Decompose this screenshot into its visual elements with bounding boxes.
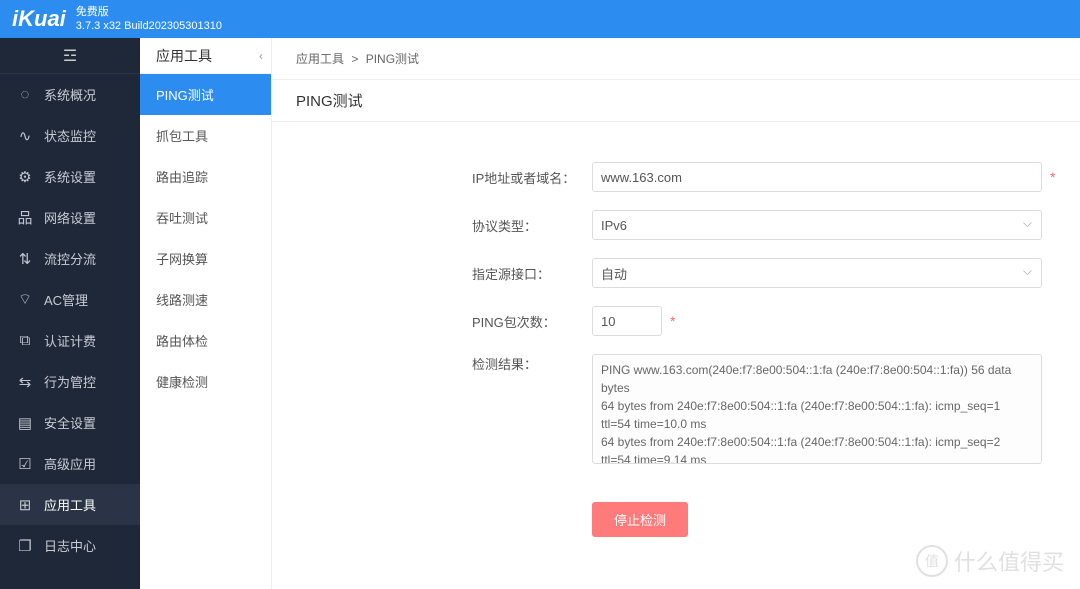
submenu-title-row: 应用工具 ‹ <box>140 38 271 74</box>
breadcrumb-current: PING测试 <box>366 52 419 66</box>
submenu-title: 应用工具 <box>156 46 212 66</box>
nav-network-settings[interactable]: 品网络设置 <box>0 197 140 238</box>
nav-status-monitor-icon: ∿ <box>16 127 34 145</box>
nav-behavior[interactable]: ⇆ 行为管控 <box>0 361 140 402</box>
result-label: 检测结果： <box>472 354 592 373</box>
submenu-item-0[interactable]: PING测试 <box>140 74 271 115</box>
nav-behavior-label: 行为管控 <box>44 372 96 391</box>
form-area: IP地址或者域名： * 协议类型： 指定源接口： PING包次数： * <box>272 122 1080 557</box>
nav-flow-control-label: 流控分流 <box>44 249 96 268</box>
result-output[interactable]: PING www.163.com(240e:f7:8e00:504::1:fa … <box>592 354 1042 464</box>
nav-auth-billing-label: 认证计费 <box>44 331 96 350</box>
nav-logs[interactable]: ❐ 日志中心 <box>0 525 140 566</box>
submenu-item-6[interactable]: 路由体检 <box>140 320 271 361</box>
nav-logs-icon: ❐ <box>16 537 34 555</box>
hamburger-icon: ☲ <box>63 46 77 66</box>
watermark-circle: 值 <box>916 545 948 577</box>
nav-system-settings[interactable]: ⚙ 系统设置 <box>0 156 140 197</box>
submenu-item-5[interactable]: 线路测速 <box>140 279 271 320</box>
page-title: PING测试 <box>272 80 1080 122</box>
version-block: 免费版 3.7.3 x32 Build202305301310 <box>76 5 222 34</box>
required-marker: * <box>670 313 675 329</box>
nav-security-icon: ▤ <box>16 414 34 432</box>
required-marker: * <box>1050 169 1055 185</box>
ping-count-input[interactable] <box>592 306 662 336</box>
breadcrumb-parent[interactable]: 应用工具 <box>296 52 344 66</box>
protocol-select[interactable] <box>592 210 1042 240</box>
nav-logs-label: 日志中心 <box>44 536 96 555</box>
nav-advanced-icon: ☑ <box>16 455 34 473</box>
nav-ac-management[interactable]: ⌔ AC管理 <box>0 279 140 320</box>
nav-network-settings-icon: 品 <box>16 209 34 227</box>
submenu-item-2[interactable]: 路由追踪 <box>140 156 271 197</box>
nav-app-tools-label: 应用工具 <box>44 495 96 514</box>
nav-auth-billing[interactable]: ⧉ 认证计费 <box>0 320 140 361</box>
nav-app-tools-icon: ⊞ <box>16 496 34 514</box>
app-logo: iKuai <box>12 6 66 32</box>
nav-security-label: 安全设置 <box>44 413 96 432</box>
nav-flow-control-icon: ⇅ <box>16 250 34 268</box>
watermark-text: 什么值得买 <box>954 545 1064 577</box>
submenu-item-1[interactable]: 抓包工具 <box>140 115 271 156</box>
logo-rest: uai <box>34 6 66 31</box>
chevron-left-icon[interactable]: ‹ <box>259 49 263 63</box>
submenu-item-4[interactable]: 子网换算 <box>140 238 271 279</box>
watermark: 值 什么值得买 <box>916 545 1064 577</box>
nav-system-settings-label: 系统设置 <box>44 167 96 186</box>
nav-advanced-label: 高级应用 <box>44 454 96 473</box>
stop-button[interactable]: 停止检测 <box>592 502 688 537</box>
ping-count-label: PING包次数： <box>472 312 592 331</box>
nav-app-tools[interactable]: ⊞ 应用工具 <box>0 484 140 525</box>
sidebar-toggle[interactable]: ☲ <box>0 38 140 74</box>
content-area: 应用工具 > PING测试 PING测试 IP地址或者域名： * 协议类型： 指… <box>272 38 1080 589</box>
nav-system-settings-icon: ⚙ <box>16 168 34 186</box>
protocol-label: 协议类型： <box>472 216 592 235</box>
breadcrumb: 应用工具 > PING测试 <box>272 38 1080 80</box>
app-header: iKuai 免费版 3.7.3 x32 Build202305301310 <box>0 0 1080 38</box>
nav-ac-management-icon: ⌔ <box>16 291 34 309</box>
nav-system-overview-icon: ◌ <box>16 86 34 104</box>
sidebar-primary: ☲ ◌ 系统概况 ∿ 状态监控 ⚙ 系统设置品网络设置 ⇅ 流控分流 ⌔ AC管理 ⧉ 认证计费 ⇆ 行为… <box>0 38 140 589</box>
submenu-item-3[interactable]: 吞吐测试 <box>140 197 271 238</box>
edition-label: 免费版 <box>76 5 222 19</box>
source-interface-select[interactable] <box>592 258 1042 288</box>
submenu-item-7[interactable]: 健康检测 <box>140 361 271 402</box>
nav-system-overview[interactable]: ◌ 系统概况 <box>0 74 140 115</box>
nav-ac-management-label: AC管理 <box>44 290 88 309</box>
nav-security[interactable]: ▤ 安全设置 <box>0 402 140 443</box>
nav-system-overview-label: 系统概况 <box>44 85 96 104</box>
version-label: 3.7.3 x32 Build202305301310 <box>76 19 222 33</box>
nav-status-monitor-label: 状态监控 <box>44 126 96 145</box>
source-interface-label: 指定源接口： <box>472 264 592 283</box>
nav-behavior-icon: ⇆ <box>16 373 34 391</box>
nav-advanced[interactable]: ☑ 高级应用 <box>0 443 140 484</box>
domain-input[interactable] <box>592 162 1042 192</box>
domain-label: IP地址或者域名： <box>472 168 592 187</box>
nav-status-monitor[interactable]: ∿ 状态监控 <box>0 115 140 156</box>
breadcrumb-sep: > <box>351 52 358 66</box>
nav-network-settings-label: 网络设置 <box>44 208 96 227</box>
sidebar-secondary: 应用工具 ‹ PING测试抓包工具路由追踪吞吐测试子网换算线路测速路由体检健康检… <box>140 38 272 589</box>
logo-main: iK <box>12 6 34 31</box>
nav-auth-billing-icon: ⧉ <box>16 332 34 350</box>
nav-flow-control[interactable]: ⇅ 流控分流 <box>0 238 140 279</box>
